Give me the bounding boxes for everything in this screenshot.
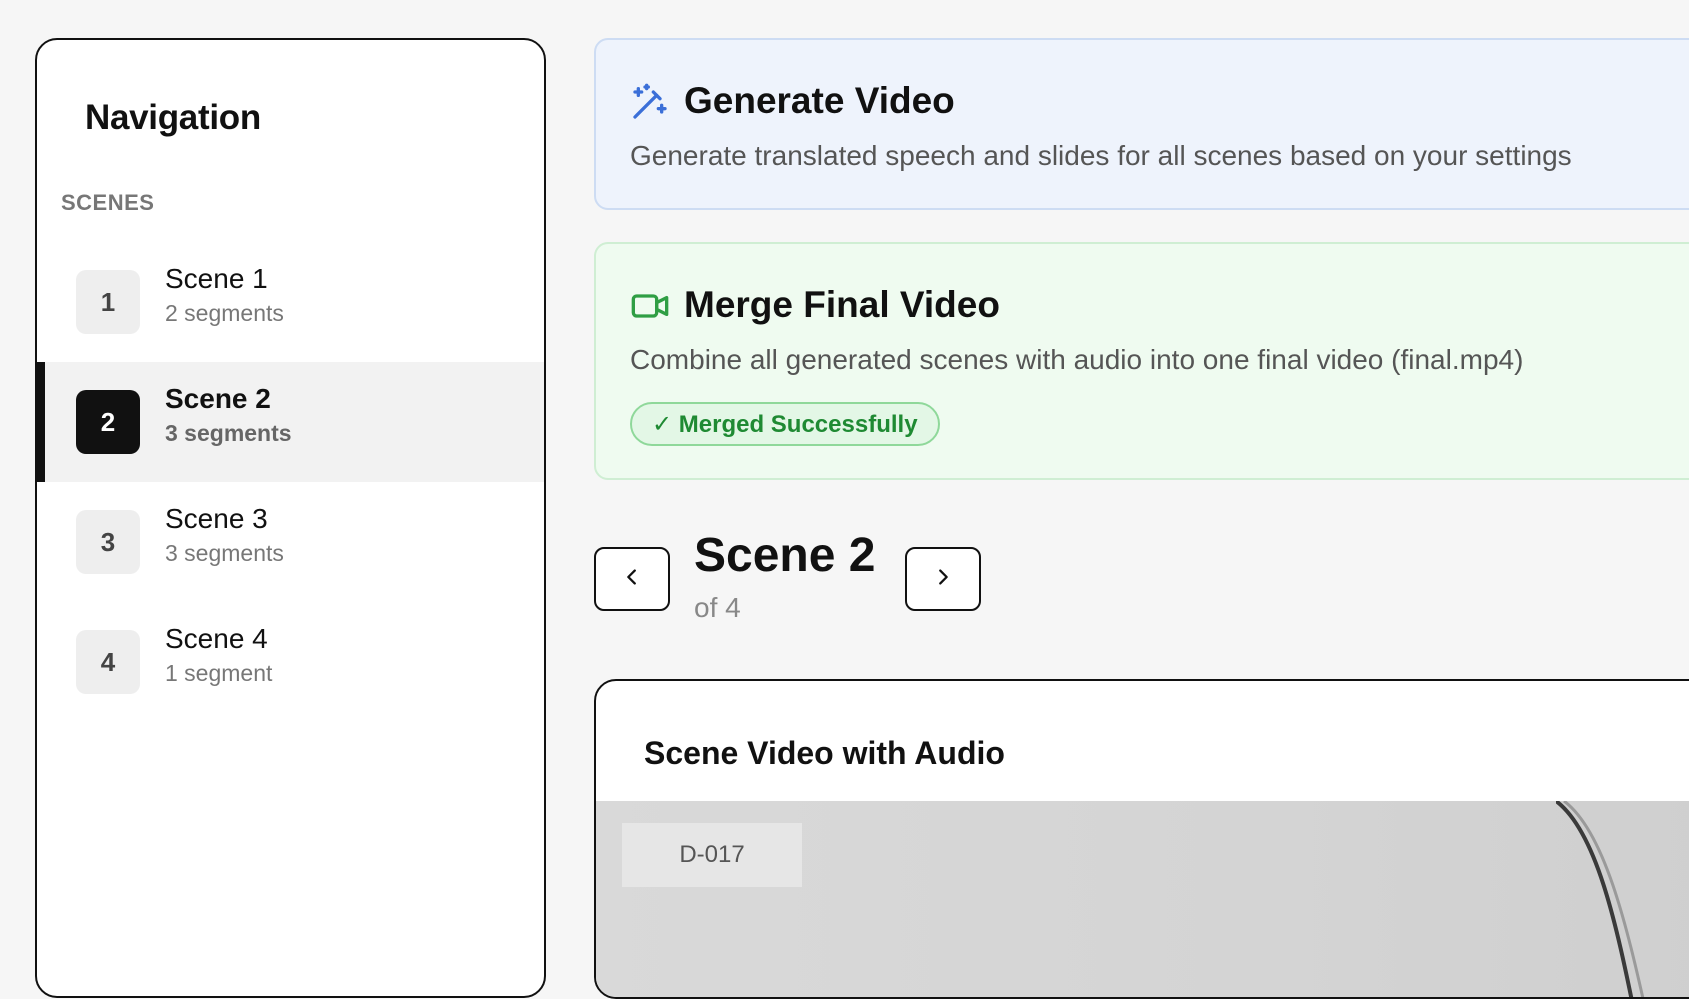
sidebar-item-scene-1[interactable]: 1 Scene 1 2 segments [37,242,544,362]
merge-video-description: Combine all generated scenes with audio … [630,344,1524,375]
scene-segment-count: 2 segments [165,299,284,326]
magic-wand-icon [630,82,670,127]
scene-video-title: Scene Video with Audio [644,735,1005,771]
video-camera-icon [630,286,670,331]
video-player[interactable]: D-017 [596,801,1689,997]
chevron-left-icon [621,566,643,593]
scene-segment-count: 1 segment [165,659,273,686]
section-label-scenes: SCENES [61,190,155,215]
video-frame-shape [1556,801,1645,997]
sidebar-item-scene-4[interactable]: 4 Scene 4 1 segment [37,602,544,722]
scene-list: 1 Scene 1 2 segments 2 Scene 2 3 segment… [37,242,544,722]
chevron-right-icon [932,566,954,593]
merge-video-title: Merge Final Video [684,284,1000,325]
scene-segment-count: 3 segments [165,419,292,446]
video-frame-label: D-017 [622,823,802,887]
scene-name: Scene 4 [165,623,268,654]
sidebar-item-scene-2[interactable]: 2 Scene 2 3 segments [37,362,544,482]
sidebar-item-scene-3[interactable]: 3 Scene 3 3 segments [37,482,544,602]
scene-number-badge: 3 [76,510,140,574]
generate-video-description: Generate translated speech and slides fo… [630,140,1572,171]
generate-video-card[interactable]: Generate Video Generate translated speec… [594,38,1689,210]
merge-video-card[interactable]: Merge Final Video Combine all generated … [594,242,1689,480]
scene-number-badge: 4 [76,630,140,694]
scene-number-badge: 2 [76,390,140,454]
current-scene-title: Scene 2 [694,529,876,582]
sidebar-title: Navigation [85,98,261,137]
previous-scene-button[interactable] [594,547,670,611]
scene-segment-count: 3 segments [165,539,284,566]
scene-name: Scene 2 [165,383,271,414]
scene-number-badge: 1 [76,270,140,334]
scene-name: Scene 3 [165,503,268,534]
scene-video-card: Scene Video with Audio D-017 [594,679,1689,999]
scene-name: Scene 1 [165,263,268,294]
scene-count: of 4 [694,592,741,623]
next-scene-button[interactable] [905,547,981,611]
sidebar: Navigation SCENES 1 Scene 1 2 segments 2… [35,38,546,998]
merge-status-badge: ✓ Merged Successfully [630,402,940,446]
generate-video-title: Generate Video [684,80,955,121]
